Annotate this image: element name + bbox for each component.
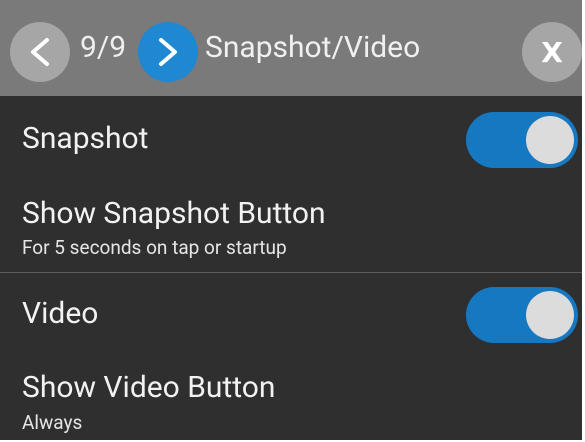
chevron-left-icon xyxy=(31,38,49,66)
video-toggle[interactable] xyxy=(466,287,578,343)
header-bar: 9/9 Snapshot/Video X xyxy=(0,0,582,96)
setting-show-snapshot-button-value: For 5 seconds on tap or startup xyxy=(22,236,287,259)
toggle-knob xyxy=(526,291,574,339)
next-page-button[interactable] xyxy=(138,22,198,82)
snapshot-toggle[interactable] xyxy=(466,112,578,168)
close-icon: X xyxy=(541,35,563,69)
chevron-right-icon xyxy=(159,38,177,66)
previous-page-button[interactable] xyxy=(10,22,70,82)
close-button[interactable]: X xyxy=(522,22,582,82)
setting-show-snapshot-button-label[interactable]: Show Snapshot Button xyxy=(22,196,326,231)
section-divider xyxy=(0,272,582,273)
toggle-knob xyxy=(526,116,574,164)
page-title: Snapshot/Video xyxy=(205,30,421,65)
setting-snapshot-label: Snapshot xyxy=(22,121,149,156)
setting-show-video-button-value: Always xyxy=(22,411,83,434)
setting-show-video-button-label[interactable]: Show Video Button xyxy=(22,370,275,405)
settings-screen: 9/9 Snapshot/Video X Snapshot Show Snaps… xyxy=(0,0,582,440)
page-counter: 9/9 xyxy=(80,30,127,65)
setting-video-label: Video xyxy=(22,296,99,331)
